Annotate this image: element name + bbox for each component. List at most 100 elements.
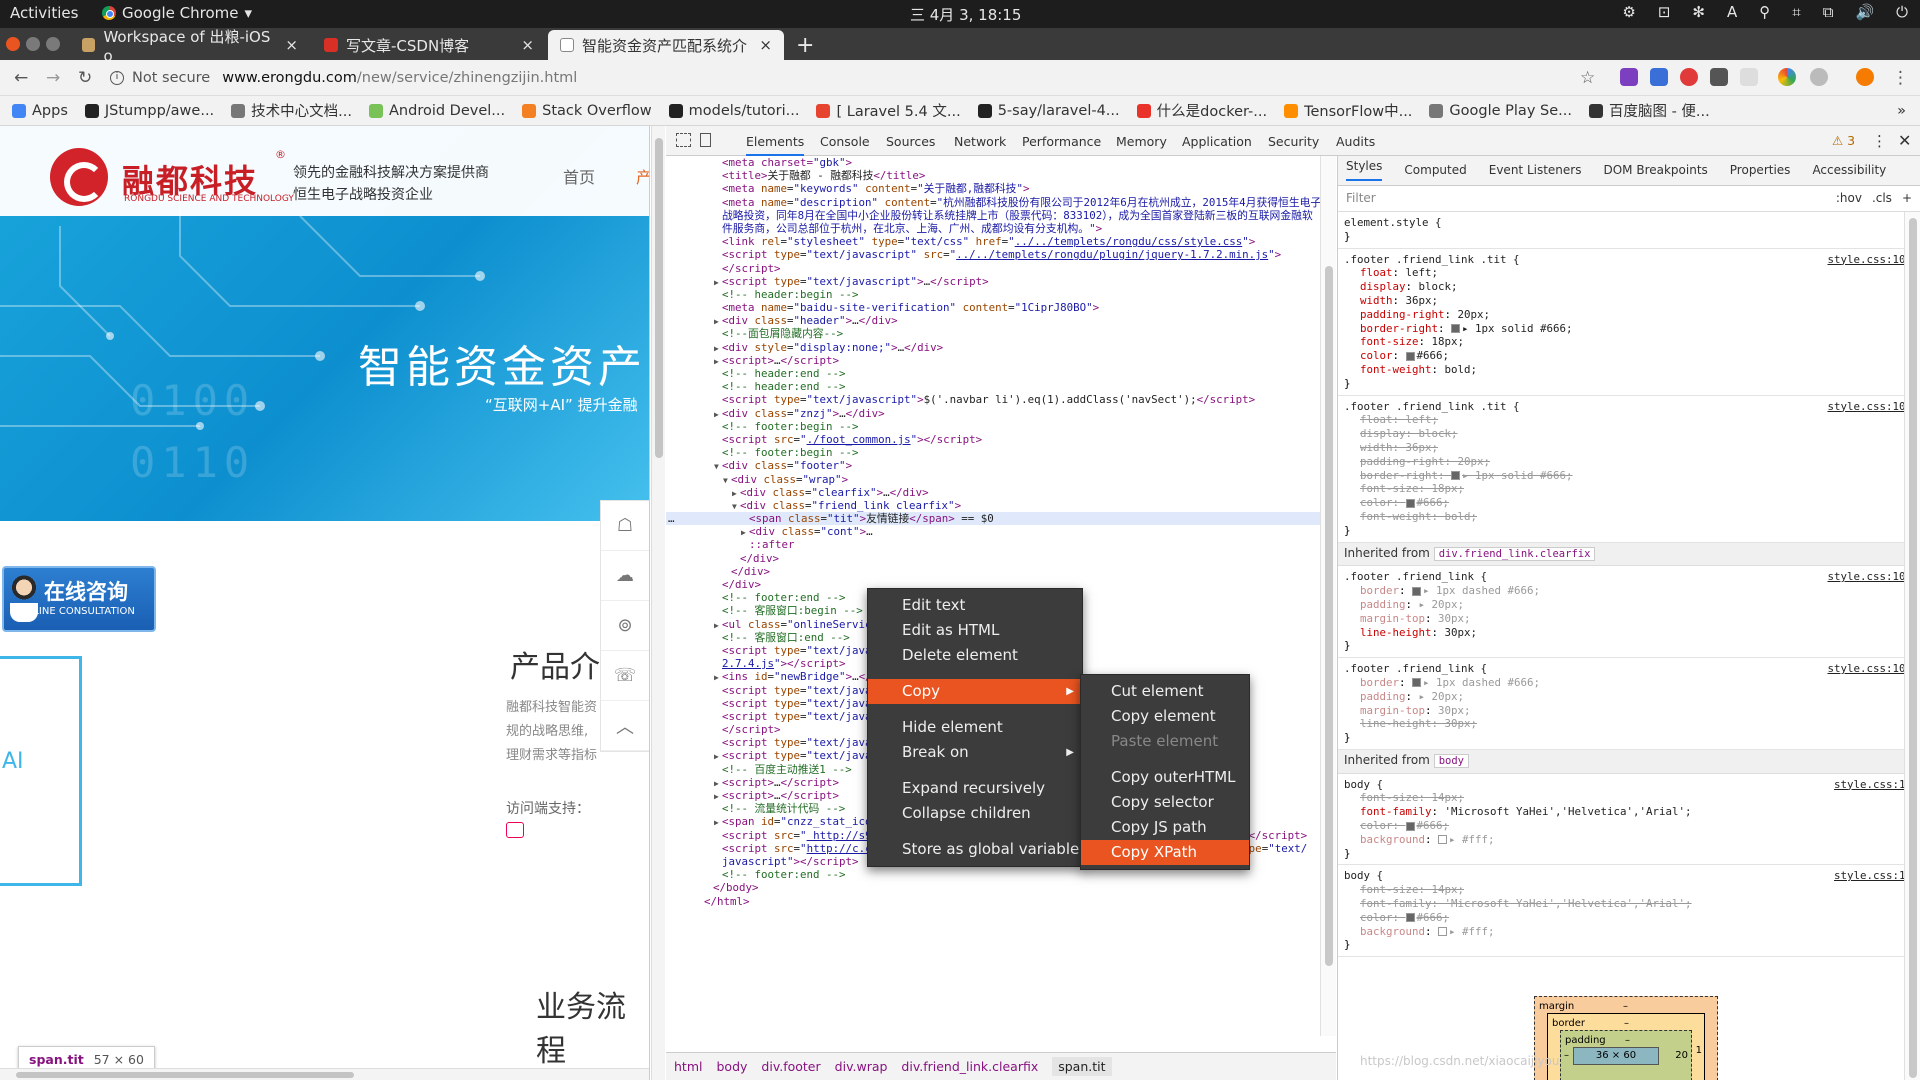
css-property[interactable]: float: left; [1344, 413, 1912, 427]
browser-tab-active[interactable]: 智能资金资产匹配系统介 × [548, 30, 784, 60]
bookmark-item[interactable]: 百度脑图 - 便... [1588, 100, 1710, 121]
inherited-selector-link[interactable]: body [1433, 753, 1469, 768]
color-swatch[interactable] [1451, 324, 1461, 334]
cls-toggle[interactable]: .cls [1872, 191, 1892, 206]
bookmark-item[interactable]: Google Play Se... [1429, 103, 1572, 119]
A[interactable]: A [1727, 3, 1737, 21]
css-source-link[interactable]: style.css:12 [1834, 778, 1912, 792]
browser-icon[interactable]: ⊡ [1658, 3, 1671, 21]
bookmark-item[interactable]: models/tutori... [668, 103, 799, 119]
css-source-link[interactable]: style.css:103 [1827, 662, 1912, 676]
dom-node[interactable]: </div> [666, 552, 1336, 565]
tab-close-icon[interactable]: × [521, 36, 534, 54]
css-property[interactable]: display: block; [1344, 280, 1912, 294]
dom-node[interactable]: <!--面包屑隐藏内容--> [666, 327, 1336, 340]
css-property[interactable]: color: #666; [1344, 911, 1912, 925]
scrollbar-thumb[interactable] [16, 1072, 354, 1078]
nav-products[interactable]: 产 [636, 164, 649, 188]
bluetooth-icon[interactable]: ✻ [1692, 3, 1705, 21]
menu-item-expand-recursively[interactable]: Expand recursively [868, 776, 1082, 801]
bookmark-item[interactable]: 技术中心文档... [231, 100, 352, 121]
dom-node[interactable]: ▶<script type="text/javascript">…</scrip… [666, 275, 1336, 288]
window-close-button[interactable] [6, 37, 20, 51]
dom-node[interactable]: </body> [666, 881, 1336, 894]
expand-triangle-icon[interactable]: ▶ [714, 790, 722, 802]
menu-item-copy-outerhtml[interactable]: Copy outerHTML [1081, 765, 1249, 790]
bookmark-item[interactable]: Stack Overflow [522, 103, 652, 119]
bookmarks-overflow-icon[interactable]: » [1897, 103, 1920, 119]
box-padding-value[interactable]: – [1625, 1034, 1630, 1048]
styles-subtab[interactable]: DOM Breakpoints [1603, 163, 1707, 178]
pen-extension-icon[interactable] [1650, 68, 1668, 86]
menu-item-store-as-global-variable[interactable]: Store as global variable [868, 837, 1082, 862]
menu-item-copy-js-path[interactable]: Copy JS path [1081, 815, 1249, 840]
dom-node[interactable]: 战略投资，同年8月在全国中小企业股份转让系统挂牌上市（股票代码：833102），… [666, 209, 1336, 222]
phone-icon[interactable]: ☏ [601, 651, 649, 701]
styles-subtab[interactable]: Event Listeners [1489, 163, 1582, 178]
weibo-icon[interactable]: ⊚ [601, 601, 649, 651]
expand-triangle-icon[interactable]: ▶ [714, 355, 722, 367]
extension-icon[interactable] [1680, 68, 1698, 86]
expand-triangle-icon[interactable]: ▶ [714, 816, 722, 828]
dom-node[interactable]: 件服务商，公司总部位于杭州，在北京、上海、广州、成都均设有分支机构。"> [666, 222, 1336, 235]
css-property[interactable]: border: ▸ 1px dashed #666; [1344, 584, 1912, 598]
bookmark-item[interactable]: 5-say/laravel-4... [977, 103, 1120, 119]
css-property[interactable]: line-height: 30px; [1344, 626, 1912, 640]
dom-node[interactable]: ▼ <div class="footer"> [666, 459, 1336, 472]
dom-node[interactable]: </html> [666, 895, 1336, 908]
css-rule[interactable]: body {style.css:12 font-size: 14px; font-f… [1338, 774, 1920, 866]
dom-node[interactable]: <link rel="stylesheet" type="text/css" h… [666, 235, 1336, 248]
css-property[interactable]: padding-right: 20px; [1344, 308, 1912, 322]
wechat-icon[interactable]: ⚙ [1622, 3, 1635, 21]
menu-item-edit-text[interactable]: Edit text [868, 593, 1082, 618]
expand-triangle-icon[interactable]: ▶ [714, 315, 722, 327]
css-property[interactable]: line-height: 30px; [1344, 717, 1912, 731]
back-to-top-icon[interactable]: ︿ [601, 701, 649, 751]
css-property[interactable]: font-size: 14px; [1344, 791, 1912, 805]
bookmark-item[interactable]: Android Devel... [369, 103, 505, 119]
css-rule[interactable]: .footer .friend_link {style.css:103 borde… [1338, 566, 1920, 659]
node-actions-ellipsis[interactable]: … [668, 512, 675, 525]
css-property[interactable]: font-size: 18px; [1344, 482, 1912, 496]
expand-triangle-icon[interactable]: ▶ [732, 487, 740, 499]
element-style-rule[interactable]: element.style {} [1338, 212, 1920, 249]
devtools-tab-network[interactable]: Network [954, 134, 1006, 149]
box-content[interactable]: 36 × 60 [1573, 1047, 1659, 1065]
css-rule[interactable]: .footer .friend_link {style.css:103 borde… [1338, 658, 1920, 750]
devtools-tab-audits[interactable]: Audits [1336, 134, 1375, 149]
box-padding-right[interactable]: 20 [1675, 1049, 1688, 1063]
expand-triangle-icon[interactable]: ▶ [714, 750, 722, 762]
extension-icon[interactable] [1620, 68, 1638, 86]
expand-triangle-icon[interactable]: ▶ [714, 671, 722, 683]
color-swatch[interactable] [1438, 835, 1448, 845]
menu-item-cut-element[interactable]: Cut element [1081, 679, 1249, 704]
box-padding-left[interactable]: – [1564, 1049, 1569, 1063]
profile-avatar[interactable] [1856, 68, 1874, 86]
expand-triangle-icon[interactable]: ▶ [714, 777, 722, 789]
dom-node[interactable]: <title>关于融都 - 融都科技</title> [666, 169, 1336, 182]
css-source-link[interactable]: style.css:12 [1834, 869, 1912, 883]
scrollbar-thumb[interactable] [1325, 266, 1333, 966]
css-property[interactable]: font-weight: bold; [1344, 510, 1912, 524]
input-method-icon[interactable]: ⌗ [1792, 3, 1800, 21]
online-consultation-button[interactable]: 在线咨询 ONLINE CONSULTATION [2, 566, 156, 632]
breadcrumb-item[interactable]: div.friend_link.clearfix [901, 1059, 1038, 1074]
menu-item-copy-xpath[interactable]: Copy XPath [1081, 840, 1249, 865]
dom-node[interactable]: <!-- header:begin --> [666, 288, 1336, 301]
styles-scrollbar[interactable] [1904, 212, 1920, 1080]
color-swatch[interactable] [1405, 913, 1415, 923]
color-swatch[interactable] [1405, 821, 1415, 831]
css-property[interactable]: background: ▸ #fff; [1344, 833, 1912, 847]
css-property[interactable]: width: 36px; [1344, 441, 1912, 455]
bookmark-item[interactable]: JStumpp/awe... [84, 103, 214, 119]
accessibility-icon[interactable]: ⚲ [1759, 3, 1770, 21]
bookmark-item[interactable]: 什么是docker-... [1136, 100, 1267, 121]
css-property[interactable]: width: 36px; [1344, 294, 1912, 308]
expand-triangle-icon[interactable]: ▶ [714, 408, 722, 420]
extension-icon[interactable] [1778, 68, 1796, 86]
expand-triangle-icon[interactable]: ▶ [714, 276, 722, 288]
css-property[interactable]: margin-top: 30px; [1344, 704, 1912, 718]
dom-node[interactable]: <meta name="description" content="杭州融都科技… [666, 196, 1336, 209]
dom-node[interactable]: ▶ <div class="znzj">…</div> [666, 407, 1336, 420]
css-property[interactable]: border-right: ▸ 1px solid #666; [1344, 469, 1912, 483]
